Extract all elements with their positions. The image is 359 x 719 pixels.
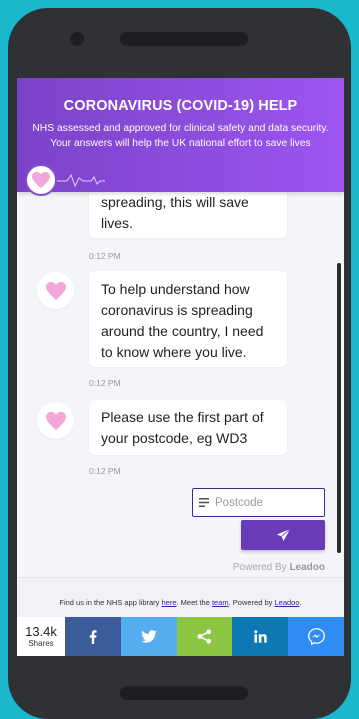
- message-time: 0:12 PM: [89, 251, 121, 261]
- chat-header: CORONAVIRUS (COVID-19) HELP NHS assessed…: [17, 78, 344, 196]
- footer-info: Find us in the NHS app library here. Mee…: [17, 577, 344, 617]
- generic-share-button[interactable]: [176, 617, 233, 656]
- message-time: 0:12 PM: [89, 378, 121, 388]
- footer-text: . Meet the: [176, 598, 212, 607]
- facebook-share-button[interactable]: [65, 617, 121, 656]
- powered-by-prefix: Powered By: [232, 562, 287, 573]
- heart-icon: [37, 272, 74, 309]
- bot-message: Please use the first part of your postco…: [89, 400, 287, 455]
- header-subtitle: NHS assessed and approved for clinical s…: [32, 123, 329, 149]
- heart-icon: [25, 164, 57, 196]
- postcode-field[interactable]: [192, 488, 325, 517]
- chat-scrollbar[interactable]: [337, 263, 341, 553]
- linkedin-share-button[interactable]: [232, 617, 289, 656]
- messenger-share-button[interactable]: [288, 617, 344, 656]
- twitter-share-button[interactable]: [120, 617, 177, 656]
- share-count: 13.4k Shares: [17, 617, 65, 656]
- footer-text: . Powered by: [228, 598, 275, 607]
- linkedin-icon: [254, 630, 267, 643]
- heart-icon: [37, 402, 74, 439]
- leadoo-link[interactable]: Leadoo: [275, 598, 300, 607]
- messenger-icon: [307, 628, 325, 645]
- chat-screen: CORONAVIRUS (COVID-19) HELP NHS assessed…: [17, 78, 344, 656]
- top-speaker: [120, 32, 248, 46]
- powered-by: Powered By Leadoo: [233, 562, 325, 573]
- front-camera: [70, 32, 84, 46]
- powered-by-brand: Leadoo: [289, 562, 325, 573]
- list-icon: [199, 498, 209, 507]
- bot-message: spreading, this will save lives.: [89, 192, 287, 238]
- header-title: CORONAVIRUS (COVID-19) HELP: [63, 98, 298, 114]
- pulse-line-icon: [57, 173, 105, 188]
- send-icon: [276, 529, 290, 541]
- bot-message: To help understand how coronavirus is sp…: [89, 271, 287, 367]
- team-link[interactable]: team: [212, 598, 229, 607]
- bottom-speaker: [120, 686, 248, 700]
- message-time: 0:12 PM: [89, 466, 121, 476]
- share-count-label: Shares: [28, 639, 54, 648]
- postcode-input[interactable]: [215, 496, 315, 509]
- footer-text: .: [299, 598, 302, 607]
- send-button[interactable]: [241, 520, 325, 550]
- footer-text: Find us in the NHS app library: [59, 598, 162, 607]
- twitter-icon: [140, 630, 157, 643]
- nhs-library-link[interactable]: here: [162, 598, 177, 607]
- share-count-number: 13.4k: [25, 624, 57, 639]
- share-bar: 13.4k Shares: [17, 617, 344, 656]
- facebook-icon: [89, 629, 97, 644]
- share-icon: [197, 629, 212, 644]
